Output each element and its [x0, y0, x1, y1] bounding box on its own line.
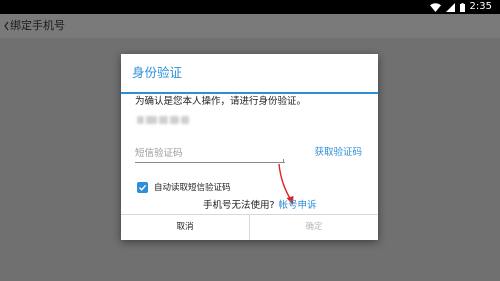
auto-read-label: 自动读取短信验证码 — [154, 183, 231, 193]
app-bar: 绑定手机号 — [0, 14, 500, 38]
confirm-button[interactable]: 确定 — [250, 215, 378, 240]
status-icons: 2:35 — [429, 0, 492, 14]
status-time: 2:35 — [469, 1, 492, 12]
auto-read-checkbox[interactable] — [137, 181, 148, 193]
input-underline — [135, 162, 285, 163]
appeal-question: 手机号无法使用? — [203, 200, 275, 211]
account-appeal-link[interactable]: 帐号申诉 — [279, 200, 317, 211]
page-title: 绑定手机号 — [10, 19, 65, 32]
checkmark-icon — [139, 184, 147, 191]
chevron-left-icon[interactable] — [2, 19, 10, 33]
identity-verification-dialog: 身份验证 为确认是您本人操作，请进行身份验证。 获取验证码 自动读取短信验证码 … — [121, 54, 378, 240]
battery-icon — [459, 2, 465, 12]
account-appeal-row: 手机号无法使用? 帐号申诉 — [203, 199, 317, 213]
auto-read-option[interactable]: 自动读取短信验证码 — [137, 180, 231, 194]
wifi-icon — [429, 2, 441, 12]
sms-code-input[interactable] — [135, 146, 285, 160]
signal-icon — [445, 2, 455, 12]
title-divider — [121, 92, 378, 94]
status-bar: 2:35 — [0, 0, 500, 14]
cancel-button[interactable]: 取消 — [121, 215, 249, 240]
get-code-link[interactable]: 获取验证码 — [314, 146, 362, 160]
dialog-title: 身份验证 — [132, 65, 183, 80]
masked-phone-number — [137, 116, 189, 124]
dialog-message: 为确认是您本人操作，请进行身份验证。 — [135, 96, 307, 107]
